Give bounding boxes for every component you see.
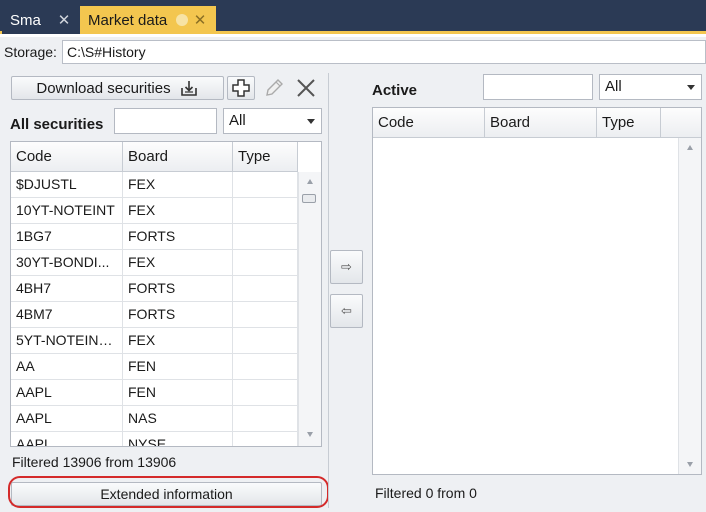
- right-type-filter-select[interactable]: All: [599, 74, 702, 100]
- code-cell: 30YT-BONDI...: [11, 250, 123, 275]
- table-row[interactable]: 1BG7 FORTS: [11, 224, 298, 250]
- tab-market-data-label: Market data: [88, 11, 168, 29]
- type-cell: [233, 406, 298, 431]
- code-cell: AAPL: [11, 432, 123, 446]
- add-to-active-button[interactable]: ⇨: [330, 250, 363, 284]
- code-cell: 4BH7: [11, 276, 123, 301]
- storage-label: Storage:: [4, 44, 57, 60]
- code-cell: AAPL: [11, 380, 123, 405]
- board-cell: FORTS: [123, 302, 233, 327]
- board-cell: NAS: [123, 406, 233, 431]
- code-cell: 1BG7: [11, 224, 123, 249]
- board-cell: FEX: [123, 198, 233, 223]
- board-cell: FEX: [123, 172, 233, 197]
- type-cell: [233, 276, 298, 301]
- right-column-code[interactable]: Code: [373, 108, 485, 137]
- highlight-ring: [8, 476, 329, 508]
- board-cell: FORTS: [123, 276, 233, 301]
- left-grid-scrollbar[interactable]: [298, 172, 321, 446]
- download-securities-button[interactable]: Download securities: [11, 76, 224, 100]
- left-search-input[interactable]: [114, 108, 217, 134]
- left-filter-status: Filtered 13906 from 13906: [12, 454, 177, 470]
- delete-security-x-icon[interactable]: [293, 77, 319, 99]
- type-cell: [233, 302, 298, 327]
- table-row[interactable]: 4BH7 FORTS: [11, 276, 298, 302]
- table-row[interactable]: 30YT-BONDI... FEX: [11, 250, 298, 276]
- type-cell: [233, 380, 298, 405]
- table-row[interactable]: AAPL FEN: [11, 380, 298, 406]
- type-cell: [233, 328, 298, 353]
- code-cell: 4BM7: [11, 302, 123, 327]
- arrow-right-icon: ⇨: [341, 259, 352, 274]
- table-row[interactable]: AA FEN: [11, 354, 298, 380]
- type-cell: [233, 198, 298, 223]
- left-column-board[interactable]: Board: [123, 142, 233, 171]
- table-row[interactable]: 5YT-NOTEINTR FEX: [11, 328, 298, 354]
- tab-market-data[interactable]: Market data ✕: [80, 6, 216, 34]
- code-cell: $DJUSTL: [11, 172, 123, 197]
- document-tab-strip: Sma ✕ Market data ✕: [0, 0, 706, 34]
- scrollbar-thumb[interactable]: [302, 194, 316, 203]
- board-cell: FEX: [123, 328, 233, 353]
- code-cell: AA: [11, 354, 123, 379]
- edit-security-pencil-icon[interactable]: [261, 77, 287, 99]
- right-column-board[interactable]: Board: [485, 108, 597, 137]
- right-grid-header: Code Board Type: [373, 108, 701, 138]
- tab-sma[interactable]: Sma ✕: [2, 6, 80, 34]
- tab-pin-icon[interactable]: [176, 14, 188, 26]
- all-securities-grid: Code Board Type $DJUSTL FEX 10YT-NOTEINT F…: [10, 141, 322, 447]
- board-cell: FEN: [123, 354, 233, 379]
- left-grid-body: $DJUSTL FEX 10YT-NOTEINT FEX 1BG7 FORTS 30Y…: [11, 172, 298, 446]
- active-securities-grid: Code Board Type: [372, 107, 702, 475]
- right-column-filler: [661, 108, 701, 137]
- board-cell: NYSE: [123, 432, 233, 446]
- plus-icon: [231, 78, 251, 98]
- type-cell: [233, 432, 298, 446]
- board-cell: FORTS: [123, 224, 233, 249]
- scroll-up-arrow-icon[interactable]: [307, 179, 313, 184]
- chevron-down-icon: [307, 119, 315, 124]
- active-title: Active: [372, 82, 418, 99]
- type-cell: [233, 250, 298, 275]
- code-cell: 10YT-NOTEINT: [11, 198, 123, 223]
- table-row[interactable]: 4BM7 FORTS: [11, 302, 298, 328]
- chevron-down-icon: [687, 85, 695, 90]
- left-filter-value: All: [229, 112, 246, 129]
- left-column-code[interactable]: Code: [11, 142, 123, 171]
- code-cell: AAPL: [11, 406, 123, 431]
- remove-from-active-button[interactable]: ⇦: [330, 294, 363, 328]
- code-cell: 5YT-NOTEINTR: [11, 328, 123, 353]
- type-cell: [233, 224, 298, 249]
- right-filter-value: All: [605, 78, 622, 95]
- type-cell: [233, 354, 298, 379]
- left-column-type[interactable]: Type: [233, 142, 298, 171]
- scroll-down-arrow-icon[interactable]: [687, 462, 693, 467]
- left-grid-header: Code Board Type: [11, 142, 298, 172]
- type-cell: [233, 172, 298, 197]
- board-cell: FEN: [123, 380, 233, 405]
- tab-market-data-close-icon[interactable]: ✕: [192, 11, 208, 29]
- left-type-filter-select[interactable]: All: [223, 108, 322, 134]
- add-security-button[interactable]: [227, 76, 255, 100]
- panel-divider: [328, 73, 329, 508]
- table-row[interactable]: 10YT-NOTEINT FEX: [11, 198, 298, 224]
- right-search-input[interactable]: [483, 74, 593, 100]
- right-filter-status: Filtered 0 from 0: [375, 485, 477, 501]
- tab-sma-close-icon[interactable]: ✕: [56, 11, 72, 29]
- table-row[interactable]: $DJUSTL FEX: [11, 172, 298, 198]
- download-securities-label: Download securities: [36, 79, 171, 97]
- storage-path-input[interactable]: [62, 40, 706, 64]
- storage-row: Storage:: [0, 37, 706, 67]
- right-grid-scrollbar[interactable]: [678, 138, 701, 474]
- table-row[interactable]: AAPL NAS: [11, 406, 298, 432]
- download-icon: [179, 79, 199, 97]
- scroll-down-arrow-icon[interactable]: [307, 432, 313, 437]
- all-securities-title: All securities: [10, 116, 104, 133]
- right-column-type[interactable]: Type: [597, 108, 661, 137]
- board-cell: FEX: [123, 250, 233, 275]
- arrow-left-icon: ⇦: [341, 303, 352, 318]
- table-row[interactable]: AAPL NYSE: [11, 432, 298, 446]
- scroll-up-arrow-icon[interactable]: [687, 145, 693, 150]
- tab-sma-label: Sma: [10, 11, 41, 29]
